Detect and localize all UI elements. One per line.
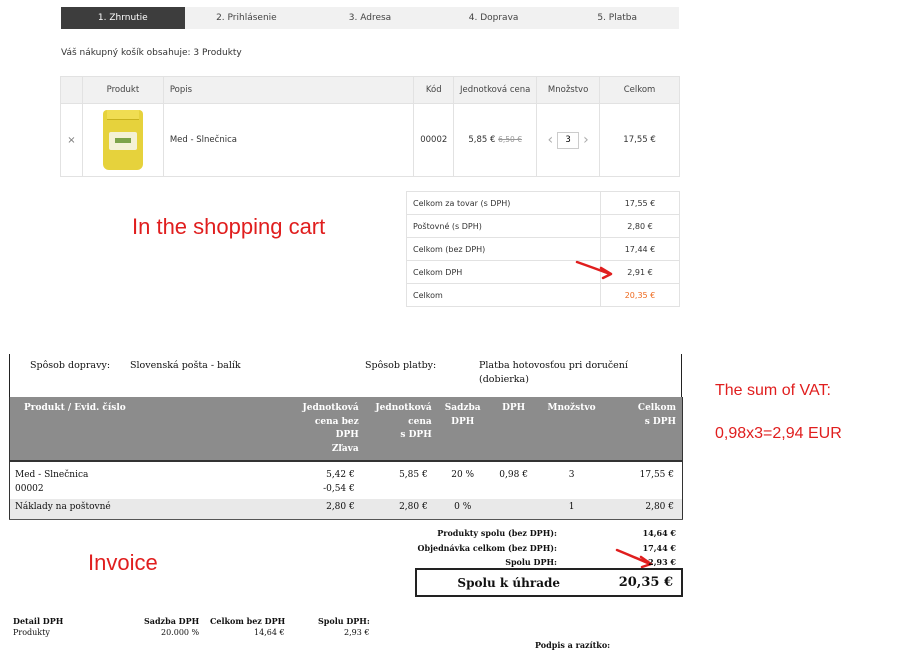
quantity-decrease-icon[interactable]: ‹ <box>547 133 553 147</box>
sum-value: 14,64 € <box>642 528 676 538</box>
line-total: 17,55 € <box>599 103 680 177</box>
inv-item-rate: 20 % <box>435 460 490 499</box>
inv-header-unit-gross-2: cena <box>408 416 432 427</box>
totals-label: Celkom DPH <box>406 260 601 284</box>
invoice-row: Med - Slnečnica 00002 5,42 € -0,54 € 5,85 … <box>8 460 683 499</box>
inv-shipping-name: Náklady na poštovné <box>8 499 247 520</box>
inv-item-total: 17,55 € <box>605 460 683 499</box>
cart-row: × Med - Slnečnica 00002 5,85 € 6,50 € ‹ … <box>60 103 680 177</box>
vat-detail-header: Detail DPH <box>13 616 64 626</box>
vat-rate-value: 20.000 % <box>161 628 200 637</box>
payment-label: Spôsob platby: <box>365 360 437 371</box>
inv-header-unit-net-3: DPH <box>335 430 359 440</box>
inv-header-vat: DPH <box>502 403 526 413</box>
inv-shipping-total: 2,80 € <box>605 499 683 520</box>
cart-header-total: Celkom <box>599 76 680 104</box>
cart-header-unit-price: Jednotková cena <box>453 76 538 104</box>
old-price: 6,50 € <box>498 135 522 144</box>
cart-header-code: Kód <box>413 76 455 104</box>
totals-value: 2,80 € <box>600 214 680 238</box>
cart-header-quantity: Množstvo <box>536 76 601 104</box>
invoice-row: Náklady na poštovné 2,80 € 2,80 € 0 % 1 … <box>8 499 683 520</box>
inv-header-product: Produkt / Evid. číslo <box>24 403 126 413</box>
sum-label: Produkty spolu (bez DPH): <box>437 528 557 538</box>
inv-item-discount: -0,54 € <box>323 484 355 494</box>
inv-shipping-unit-gross: 2,80 € <box>362 499 436 520</box>
inv-shipping-quantity: 1 <box>537 499 606 520</box>
cart-totals: Celkom za tovar (s DPH) 17,55 € Poštovné … <box>406 191 680 307</box>
product-name[interactable]: Med - Slnečnica <box>170 135 237 145</box>
grand-total-value: 20,35 € <box>600 283 680 307</box>
vat-detail: Detail DPH Sadzba DPH Celkom bez DPH Spo… <box>13 616 383 640</box>
inv-shipping-vat <box>489 499 538 520</box>
shipping-label: Spôsob dopravy: <box>30 360 111 371</box>
cart-table: Produkt Popis Kód Jednotková cena Množst… <box>60 76 680 177</box>
vat-rate-header: Sadzba DPH <box>144 616 200 626</box>
inv-header-rate: Sadzba <box>444 403 481 413</box>
quantity-input[interactable] <box>557 131 580 149</box>
product-code: 00002 <box>413 103 455 177</box>
inv-header-discount: Zľava <box>331 443 359 454</box>
inv-item-unit-gross: 5,85 € <box>362 460 436 499</box>
inv-shipping-rate: 0 % <box>435 499 490 520</box>
grand-total-amount: 20,35 € <box>618 575 673 590</box>
red-arrow-icon <box>575 260 613 280</box>
inv-header-rate-2: DPH <box>451 416 475 427</box>
step-address[interactable]: 3. Adresa <box>308 7 432 29</box>
annotation-vat-title: The sum of VAT: <box>715 382 831 399</box>
invoice-grand-total: Spolu k úhrade 20,35 € <box>415 568 683 597</box>
shipping-value: Slovenská pošta - balík <box>130 360 241 371</box>
step-shipping[interactable]: 4. Doprava <box>432 7 556 29</box>
inv-header-unit-gross: Jednotková <box>375 403 432 413</box>
vat-detail-products: Produkty <box>13 628 50 637</box>
inv-header-unit-gross-3: s DPH <box>400 430 432 440</box>
inv-header-unit-net: Jednotková <box>302 403 359 413</box>
annotation-invoice: Invoice <box>88 550 158 575</box>
totals-value: 17,55 € <box>600 191 680 215</box>
checkout-steps: 1. Zhrnutie 2. Prihlásenie 3. Adresa 4. … <box>61 7 679 29</box>
sum-label: Objednávka celkom (bez DPH): <box>417 542 557 553</box>
inv-header-total-2: s DPH <box>644 416 676 427</box>
cart-header-remove <box>60 76 83 104</box>
payment-value: Platba hotovosťou pri doručení <box>479 360 628 371</box>
vat-net-header: Celkom bez DPH <box>210 616 286 626</box>
inv-item-unit-net: 5,42 € <box>326 470 355 480</box>
step-summary[interactable]: 1. Zhrnutie <box>61 7 185 29</box>
inv-item-name: Med - Slnečnica <box>15 470 89 480</box>
totals-label: Poštovné (s DPH) <box>406 214 601 238</box>
cart-summary-text: Váš nákupný košík obsahuje: 3 Produkty <box>61 48 242 58</box>
unit-price: 5,85 € <box>468 135 496 145</box>
annotation-vat-calc: 0,98x3=2,94 EUR <box>715 425 842 442</box>
inv-item-vat: 0,98 € <box>489 460 538 499</box>
totals-label: Celkom za tovar (s DPH) <box>406 191 601 215</box>
totals-label: Celkom (bez DPH) <box>406 237 601 261</box>
signature-label: Podpis a razítko: <box>535 640 611 650</box>
cart-header-product: Produkt <box>81 76 164 104</box>
vat-net-value: 14,64 € <box>254 628 285 637</box>
sum-value: 17,44 € <box>642 542 676 553</box>
vat-total-header: Spolu DPH: <box>318 616 370 626</box>
inv-shipping-unit-net: 2,80 € <box>246 499 363 520</box>
vat-total-value: 2,93 € <box>344 628 370 637</box>
inv-item-quantity: 3 <box>537 460 606 499</box>
invoice-table: Produkt / Evid. číslo Jednotková cena be… <box>8 397 683 520</box>
step-payment[interactable]: 5. Platba <box>555 7 679 29</box>
honey-jar-thumbnail[interactable] <box>102 110 143 170</box>
step-login[interactable]: 2. Prihlásenie <box>185 7 309 29</box>
cart-header-description: Popis <box>162 76 415 104</box>
invoice-sums: Produkty spolu (bez DPH): 14,64 € Objedná… <box>415 526 682 570</box>
totals-label: Celkom <box>406 283 601 307</box>
inv-header-unit-net-2: cena bez <box>314 416 359 427</box>
annotation-cart: In the shopping cart <box>132 214 326 239</box>
inv-header-total: Celkom <box>637 403 676 413</box>
inv-item-code: 00002 <box>15 484 44 494</box>
payment-value-2: (dobierka) <box>479 374 529 385</box>
grand-total-label: Spolu k úhrade <box>457 575 560 590</box>
invoice-shipping-payment: Spôsob dopravy: Slovenská pošta - balík … <box>9 354 682 397</box>
quantity-increase-icon[interactable]: › <box>583 133 589 147</box>
remove-item-icon[interactable]: × <box>67 135 75 146</box>
inv-header-quantity: Množstvo <box>547 403 596 413</box>
